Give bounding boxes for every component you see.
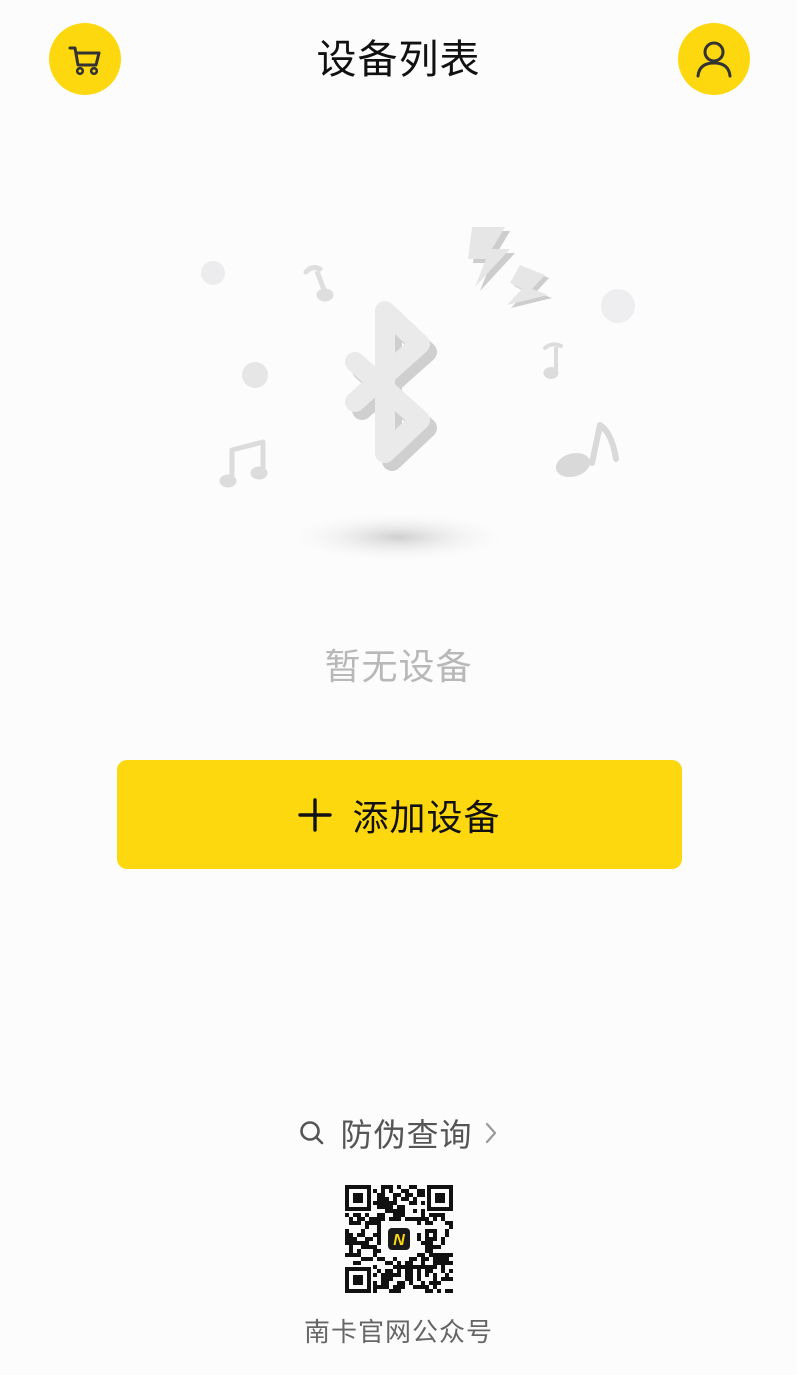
- bluetooth-illustration: [201, 227, 635, 563]
- music-note-icon: [543, 342, 563, 379]
- lightning-icon: [468, 227, 552, 308]
- anti-counterfeit-query-link[interactable]: 防伪查询: [0, 1107, 797, 1159]
- search-icon: [300, 1121, 324, 1145]
- music-note-icon: [303, 265, 334, 302]
- bluetooth-icon: [345, 301, 437, 471]
- dot-icon: [201, 261, 225, 285]
- dot-icon: [601, 289, 635, 323]
- chevron-right-icon: [485, 1122, 496, 1144]
- plus-icon: [298, 797, 333, 832]
- music-note-icon: [219, 439, 268, 488]
- user-icon: [696, 41, 732, 78]
- wechat-qr-code[interactable]: N: [345, 1185, 453, 1293]
- add-device-button[interactable]: 添加设备: [117, 760, 682, 869]
- profile-button[interactable]: [678, 23, 750, 95]
- shadow-ellipse: [283, 511, 513, 563]
- qr-logo-letter: N: [393, 1232, 405, 1249]
- qr-code-label: 南卡官网公众号: [303, 1318, 493, 1348]
- music-note-icon: [555, 422, 619, 478]
- empty-state-message: 暂无设备: [324, 647, 473, 688]
- add-device-label: 添加设备: [352, 797, 501, 839]
- anti-counterfeit-query-label: 防伪查询: [340, 1116, 473, 1154]
- dot-icon: [242, 362, 268, 388]
